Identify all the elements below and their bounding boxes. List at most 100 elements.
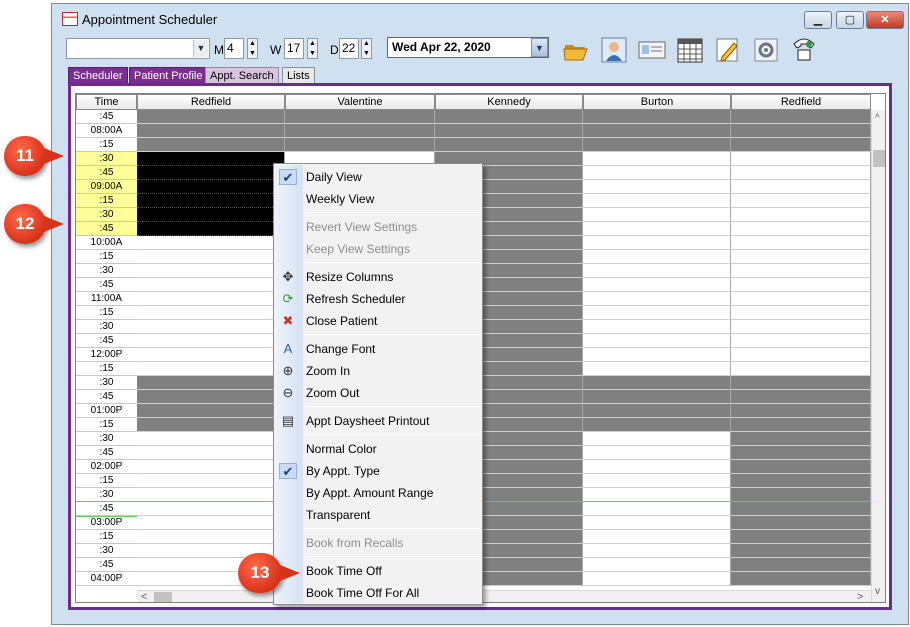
slot-cell[interactable] <box>137 390 285 404</box>
slot-cell[interactable] <box>731 572 871 586</box>
slot-cell[interactable] <box>583 390 731 404</box>
slot-cell[interactable] <box>583 138 731 152</box>
slot-cell[interactable] <box>731 208 871 222</box>
slot-cell[interactable] <box>731 124 871 138</box>
slot-cell[interactable] <box>583 152 731 166</box>
slot-cell[interactable] <box>731 460 871 474</box>
slot-cell[interactable] <box>583 124 731 138</box>
slot-cell[interactable] <box>731 292 871 306</box>
menu-item-book-time-off-for-all[interactable]: Book Time Off For All <box>274 582 482 604</box>
slot-cell[interactable] <box>137 362 285 376</box>
slot-cell[interactable] <box>731 446 871 460</box>
id-card-icon[interactable] <box>638 36 666 64</box>
slot-cell[interactable] <box>583 418 731 432</box>
scroll-right-icon[interactable]: > <box>857 591 863 602</box>
slot-cell[interactable] <box>583 404 731 418</box>
slot-cell[interactable] <box>583 110 731 124</box>
slot-cell[interactable] <box>137 460 285 474</box>
slot-cell[interactable] <box>137 404 285 418</box>
slot-cell[interactable] <box>137 502 285 516</box>
minimize-button[interactable]: ▁ <box>804 11 832 29</box>
slot-cell[interactable] <box>583 306 731 320</box>
slot-cell[interactable] <box>137 250 285 264</box>
slot-cell[interactable] <box>435 138 583 152</box>
slot-cell[interactable] <box>137 236 285 250</box>
slot-cell[interactable] <box>583 334 731 348</box>
column-header[interactable]: Burton <box>583 94 731 110</box>
menu-item-daily-view[interactable]: ✔ Daily View <box>274 166 482 188</box>
slot-cell[interactable] <box>285 124 435 138</box>
table-row[interactable]: 08:00A <box>76 124 871 138</box>
slot-cell[interactable] <box>731 362 871 376</box>
provider-combo[interactable]: ▼ <box>66 38 210 59</box>
slot-cell[interactable] <box>137 180 285 194</box>
menu-item-keep-view-settings[interactable]: Keep View Settings <box>274 238 482 260</box>
slot-cell[interactable] <box>583 376 731 390</box>
open-folder-icon[interactable] <box>562 36 590 64</box>
slot-cell[interactable] <box>731 166 871 180</box>
settings-gear-icon[interactable] <box>752 36 780 64</box>
slot-cell[interactable] <box>137 208 285 222</box>
slot-cell[interactable] <box>583 194 731 208</box>
slot-cell[interactable] <box>137 432 285 446</box>
calendar-dropdown-icon[interactable]: ▼ <box>531 38 548 57</box>
slot-cell[interactable] <box>137 278 285 292</box>
day-spinner[interactable] <box>361 38 372 59</box>
close-button[interactable]: ✕ <box>866 11 904 29</box>
slot-cell[interactable] <box>583 208 731 222</box>
date-field[interactable]: Wed Apr 22, 2020 <box>387 37 549 58</box>
menu-item-zoom-in[interactable]: ⊕ Zoom In <box>274 360 482 382</box>
slot-cell[interactable] <box>583 348 731 362</box>
hscroll-thumb[interactable] <box>154 592 172 602</box>
slot-cell[interactable] <box>583 558 731 572</box>
edit-pencil-icon[interactable] <box>714 36 742 64</box>
slot-cell[interactable] <box>731 488 871 502</box>
slot-cell[interactable] <box>731 180 871 194</box>
slot-cell[interactable] <box>435 110 583 124</box>
slot-cell[interactable] <box>285 138 435 152</box>
table-row[interactable]: :15 <box>76 138 871 152</box>
time-column-header[interactable]: Time <box>76 94 137 110</box>
slot-cell[interactable] <box>137 194 285 208</box>
column-header[interactable]: Valentine <box>285 94 435 110</box>
slot-cell[interactable] <box>583 474 731 488</box>
slot-cell[interactable] <box>731 404 871 418</box>
slot-cell[interactable] <box>137 376 285 390</box>
menu-item-zoom-out[interactable]: ⊖ Zoom Out <box>274 382 482 404</box>
menu-item-change-font[interactable]: A Change Font <box>274 338 482 360</box>
slot-cell[interactable] <box>137 138 285 152</box>
chevron-down-icon[interactable]: ▼ <box>193 40 208 57</box>
column-header[interactable]: Redfield <box>137 94 285 110</box>
menu-item-resize-columns[interactable]: ✥ Resize Columns <box>274 266 482 288</box>
slot-cell[interactable] <box>731 418 871 432</box>
horizontal-scrollbar[interactable]: < > <box>137 590 871 602</box>
slot-cell[interactable] <box>137 166 285 180</box>
slot-cell[interactable] <box>137 418 285 432</box>
slot-cell[interactable] <box>731 138 871 152</box>
vertical-scrollbar[interactable]: ^ v <box>871 110 885 602</box>
scroll-down-icon[interactable]: v <box>875 586 880 597</box>
slot-cell[interactable] <box>583 250 731 264</box>
scroll-left-icon[interactable]: < <box>141 591 147 602</box>
slot-cell[interactable] <box>731 432 871 446</box>
slot-cell[interactable] <box>137 124 285 138</box>
slot-cell[interactable] <box>731 376 871 390</box>
slot-cell[interactable] <box>731 222 871 236</box>
slot-cell[interactable] <box>583 222 731 236</box>
slot-cell[interactable] <box>731 194 871 208</box>
slot-cell[interactable] <box>583 502 731 516</box>
slot-cell[interactable] <box>137 292 285 306</box>
slot-cell[interactable] <box>583 432 731 446</box>
menu-item-book-from-recalls[interactable]: Book from Recalls <box>274 532 482 554</box>
phone-icon[interactable] <box>790 36 818 64</box>
slot-cell[interactable] <box>137 446 285 460</box>
slot-cell[interactable] <box>137 488 285 502</box>
slot-cell[interactable] <box>583 446 731 460</box>
slot-cell[interactable] <box>583 572 731 586</box>
slot-cell[interactable] <box>583 362 731 376</box>
slot-cell[interactable] <box>731 236 871 250</box>
slot-cell[interactable] <box>583 530 731 544</box>
slot-cell[interactable] <box>583 516 731 530</box>
slot-cell[interactable] <box>137 474 285 488</box>
slot-cell[interactable] <box>583 544 731 558</box>
